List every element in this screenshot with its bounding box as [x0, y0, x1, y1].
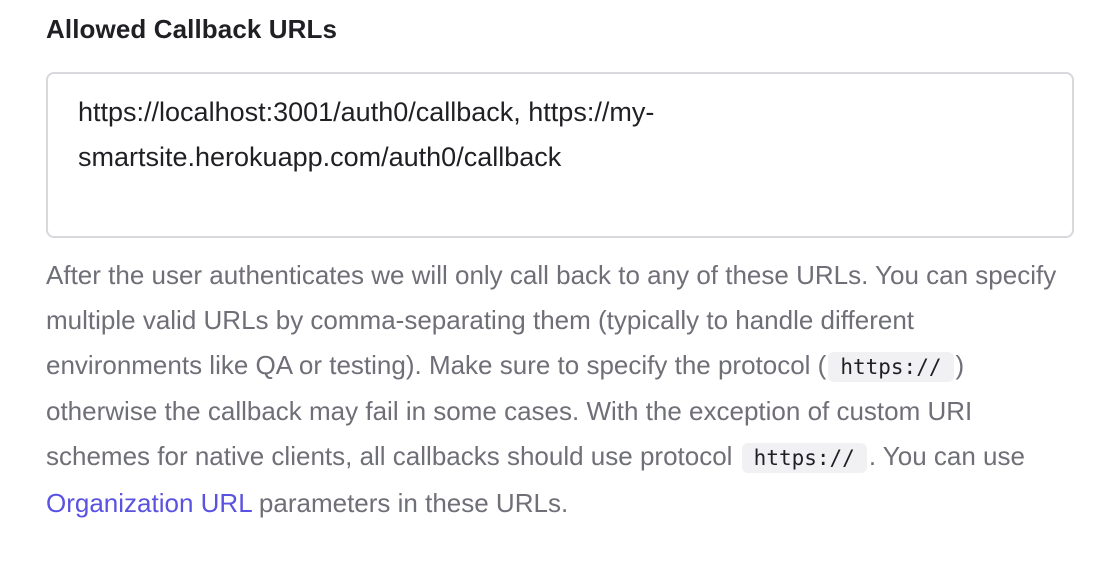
- help-text-part-3: . You can use: [868, 441, 1025, 472]
- help-text-part-4: parameters in these URLs.: [251, 487, 569, 518]
- callback-urls-textarea-box[interactable]: https://localhost:3001/auth0/callback, h…: [46, 72, 1074, 238]
- callback-urls-textarea[interactable]: https://localhost:3001/auth0/callback, h…: [78, 90, 1018, 220]
- organization-url-link[interactable]: Organization URL: [46, 488, 252, 518]
- field-label: Allowed Callback URLs: [46, 14, 338, 44]
- protocol-code-2: https://: [741, 443, 867, 474]
- help-text: After the user authenticates we will onl…: [46, 253, 1076, 526]
- protocol-code-1: https://: [828, 351, 954, 382]
